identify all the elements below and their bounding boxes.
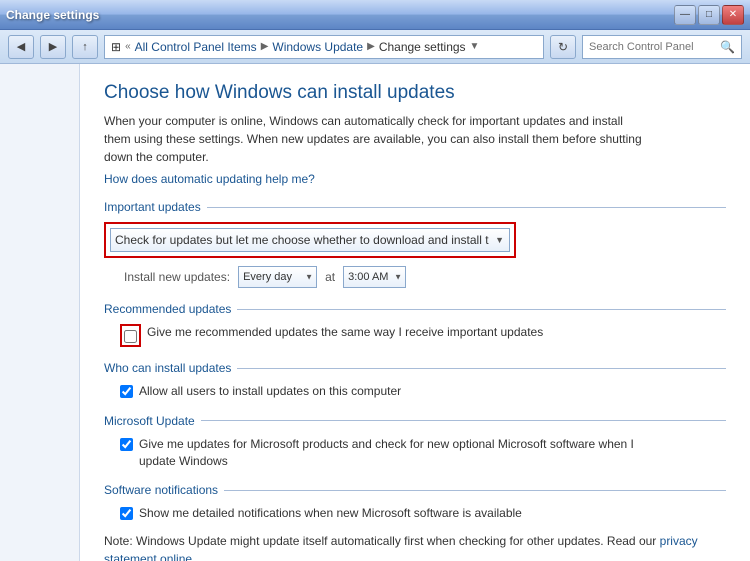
dropdown-container: Check for updates but let me choose whet… [104, 222, 516, 258]
main-area: untick this Choose how Windows can insta… [0, 64, 750, 561]
install-label: Install new updates: [124, 270, 230, 284]
sw-notification-label[interactable]: Show me detailed notifications when new … [139, 505, 522, 522]
section-header-who: Who can install updates [104, 361, 726, 375]
section-who-can-install: Who can install updates Allow all users … [104, 361, 726, 400]
sw-notifications-row: Show me detailed notifications when new … [120, 505, 726, 522]
section-divider-ms [201, 420, 726, 421]
search-icon: 🔍 [720, 40, 735, 54]
section-important-updates: Important updates Check for updates but … [104, 200, 726, 288]
forward-button[interactable]: ▶ [40, 35, 66, 59]
section-label-ms: Microsoft Update [104, 414, 195, 428]
refresh-button[interactable]: ↻ [550, 35, 576, 59]
install-row: Install new updates: Every day Every wee… [124, 266, 726, 288]
help-link[interactable]: How does automatic updating help me? [104, 172, 315, 186]
section-microsoft-update: Microsoft Update Give me updates for Mic… [104, 414, 726, 470]
recommended-checkbox-label[interactable]: Give me recommended updates the same way… [147, 324, 543, 341]
note-section: Note: Windows Update might update itself… [104, 532, 726, 561]
section-header-ms: Microsoft Update [104, 414, 726, 428]
description-text: When your computer is online, Windows ca… [104, 112, 644, 166]
breadcrumb-all-control-panel[interactable]: All Control Panel Items [135, 40, 257, 54]
update-dropdown-wrapper: Check for updates but let me choose whet… [110, 228, 510, 252]
page-title: Choose how Windows can install updates [104, 82, 726, 104]
breadcrumb-separator-2: ▶ [367, 41, 375, 52]
recommended-checkbox-border [120, 324, 141, 347]
section-label-sw: Software notifications [104, 483, 218, 497]
frequency-select[interactable]: Every day Every week [238, 266, 317, 288]
sidebar [0, 64, 80, 561]
time-select[interactable]: 3:00 AM 4:00 AM 5:00 AM [343, 266, 406, 288]
note-text: Note: Windows Update might update itself… [104, 534, 656, 548]
who-install-checkbox[interactable] [120, 385, 133, 398]
section-label-recommended: Recommended updates [104, 302, 231, 316]
back-button[interactable]: ◀ [8, 35, 34, 59]
window-title: Change settings [6, 8, 99, 22]
section-divider-recommended [237, 309, 726, 310]
content-area: untick this Choose how Windows can insta… [80, 64, 750, 561]
section-label-important: Important updates [104, 200, 201, 214]
breadcrumb-icon: ⊞ [111, 40, 121, 54]
ms-update-row: Give me updates for Microsoft products a… [120, 436, 726, 470]
search-box: 🔍 [582, 35, 742, 59]
note-period: . [195, 552, 198, 561]
ms-update-label[interactable]: Give me updates for Microsoft products a… [139, 436, 639, 470]
breadcrumb-arrow-1: « [125, 41, 131, 52]
section-header-important: Important updates [104, 200, 726, 214]
recommended-checkbox[interactable] [124, 330, 137, 343]
ms-update-checkbox[interactable] [120, 438, 133, 451]
time-wrapper: 3:00 AM 4:00 AM 5:00 AM [343, 266, 406, 288]
who-install-label[interactable]: Allow all users to install updates on th… [139, 383, 401, 400]
section-header-sw: Software notifications [104, 483, 726, 497]
section-header-recommended: Recommended updates [104, 302, 726, 316]
section-recommended-updates: Recommended updates Give me recommended … [104, 302, 726, 347]
breadcrumb-windows-update[interactable]: Windows Update [272, 40, 363, 54]
breadcrumb-separator-1: ▶ [261, 41, 269, 52]
section-divider-sw [224, 490, 726, 491]
breadcrumb-dropdown-icon: ▼ [470, 41, 480, 52]
search-input[interactable] [589, 41, 716, 53]
recommended-checkbox-row: Give me recommended updates the same way… [120, 324, 726, 347]
at-label: at [325, 270, 335, 284]
minimize-button[interactable]: — [674, 5, 696, 25]
section-divider-who [237, 368, 726, 369]
section-divider-important [207, 207, 726, 208]
who-can-install-row: Allow all users to install updates on th… [120, 383, 726, 400]
maximize-button[interactable]: □ [698, 5, 720, 25]
frequency-wrapper: Every day Every week [238, 266, 317, 288]
breadcrumb-current: Change settings [379, 40, 466, 54]
breadcrumb: ⊞ « All Control Panel Items ▶ Windows Up… [104, 35, 544, 59]
up-button[interactable]: ↑ [72, 35, 98, 59]
sw-notification-checkbox[interactable] [120, 507, 133, 520]
section-label-who: Who can install updates [104, 361, 231, 375]
titlebar: Change settings — □ ✕ [0, 0, 750, 30]
addressbar: ◀ ▶ ↑ ⊞ « All Control Panel Items ▶ Wind… [0, 30, 750, 64]
update-dropdown[interactable]: Check for updates but let me choose whet… [110, 228, 510, 252]
section-software-notifications: Software notifications Show me detailed … [104, 483, 726, 522]
window-controls: — □ ✕ [674, 5, 744, 25]
close-button[interactable]: ✕ [722, 5, 744, 25]
